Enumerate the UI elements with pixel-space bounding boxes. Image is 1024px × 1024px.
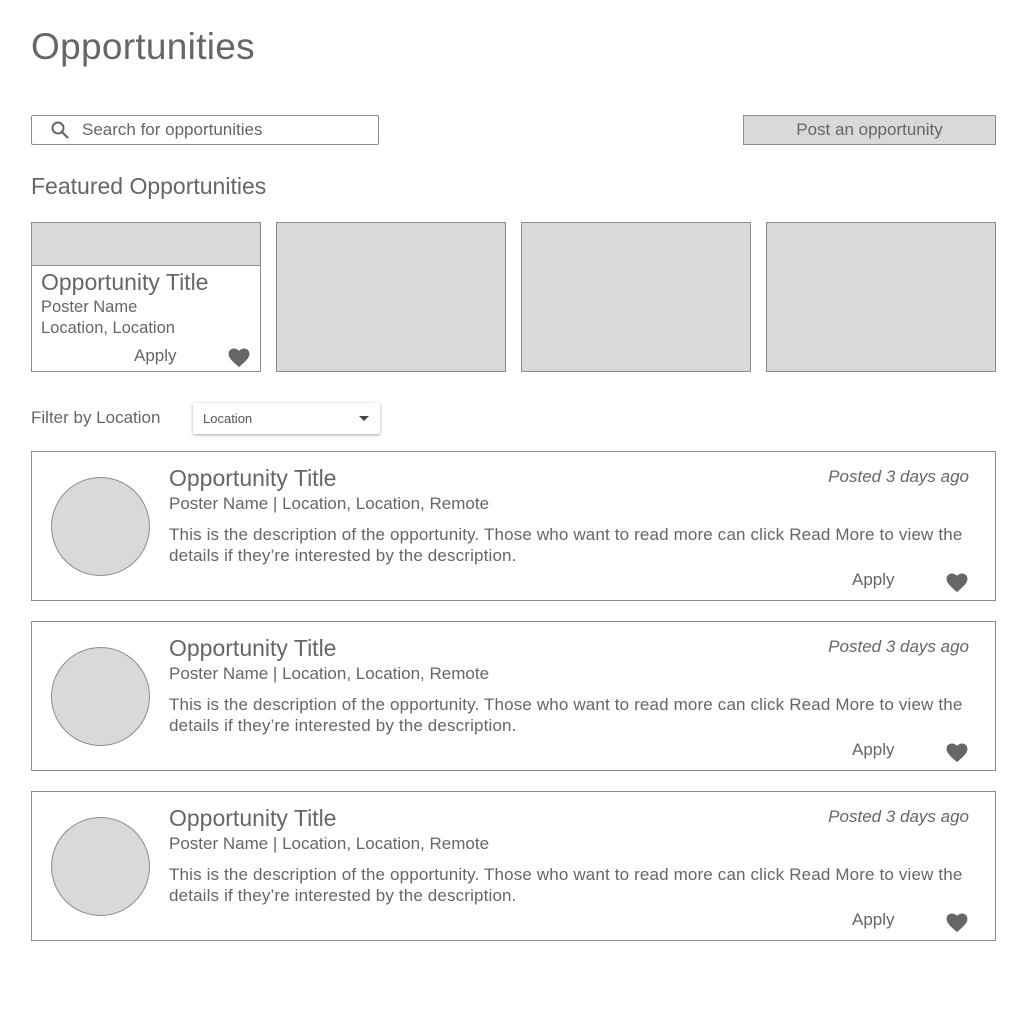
apply-button[interactable]: Apply: [852, 910, 895, 930]
listing-card[interactable]: Opportunity Title Poster Name | Location…: [31, 621, 996, 771]
featured-card-placeholder[interactable]: [766, 222, 996, 372]
avatar: [51, 817, 150, 916]
featured-card-image: [32, 223, 260, 266]
listing-posted-time: Posted 3 days ago: [828, 467, 969, 486]
listing-posted-time: Posted 3 days ago: [828, 637, 969, 656]
avatar: [51, 477, 150, 576]
featured-card[interactable]: Opportunity Title Poster Name Location, …: [31, 222, 261, 372]
location-dropdown[interactable]: Location: [193, 403, 380, 434]
heart-icon[interactable]: [946, 913, 968, 933]
heart-icon[interactable]: [228, 348, 250, 368]
listing-description: This is the description of the opportuni…: [169, 695, 963, 735]
featured-card-placeholder[interactable]: [521, 222, 751, 372]
featured-section-title: Featured Opportunities: [31, 173, 267, 199]
featured-card-poster: Poster Name: [41, 298, 138, 316]
listing-title[interactable]: Opportunity Title: [169, 805, 336, 832]
listing-meta: Poster Name | Location, Location, Remote: [169, 664, 490, 683]
featured-apply-button[interactable]: Apply: [134, 346, 177, 366]
listing-meta: Poster Name | Location, Location, Remote: [169, 494, 490, 513]
listing-title[interactable]: Opportunity Title: [169, 465, 336, 492]
listing-meta: Poster Name | Location, Location, Remote: [169, 834, 490, 853]
search-input[interactable]: Search for opportunities: [31, 115, 379, 145]
location-dropdown-value: Location: [203, 411, 253, 426]
listing-posted-time: Posted 3 days ago: [828, 807, 969, 826]
listing-description: This is the description of the opportuni…: [169, 525, 963, 565]
apply-button[interactable]: Apply: [852, 570, 895, 590]
heart-icon[interactable]: [946, 573, 968, 593]
apply-button[interactable]: Apply: [852, 740, 895, 760]
avatar: [51, 647, 150, 746]
listing-description: This is the description of the opportuni…: [169, 865, 963, 905]
heart-icon[interactable]: [946, 743, 968, 763]
filter-label: Filter by Location: [31, 408, 161, 427]
listing-card[interactable]: Opportunity Title Poster Name | Location…: [31, 791, 996, 941]
page-title: Opportunities: [31, 26, 255, 67]
listing-card[interactable]: Opportunity Title Poster Name | Location…: [31, 451, 996, 601]
search-placeholder: Search for opportunities: [82, 120, 263, 139]
search-icon: [51, 121, 69, 139]
featured-card-title: Opportunity Title: [41, 269, 209, 295]
listing-title[interactable]: Opportunity Title: [169, 635, 336, 662]
post-opportunity-button[interactable]: Post an opportunity: [743, 115, 996, 145]
featured-card-placeholder[interactable]: [276, 222, 506, 372]
featured-card-location: Location, Location: [41, 319, 175, 337]
caret-down-icon: [359, 416, 369, 421]
